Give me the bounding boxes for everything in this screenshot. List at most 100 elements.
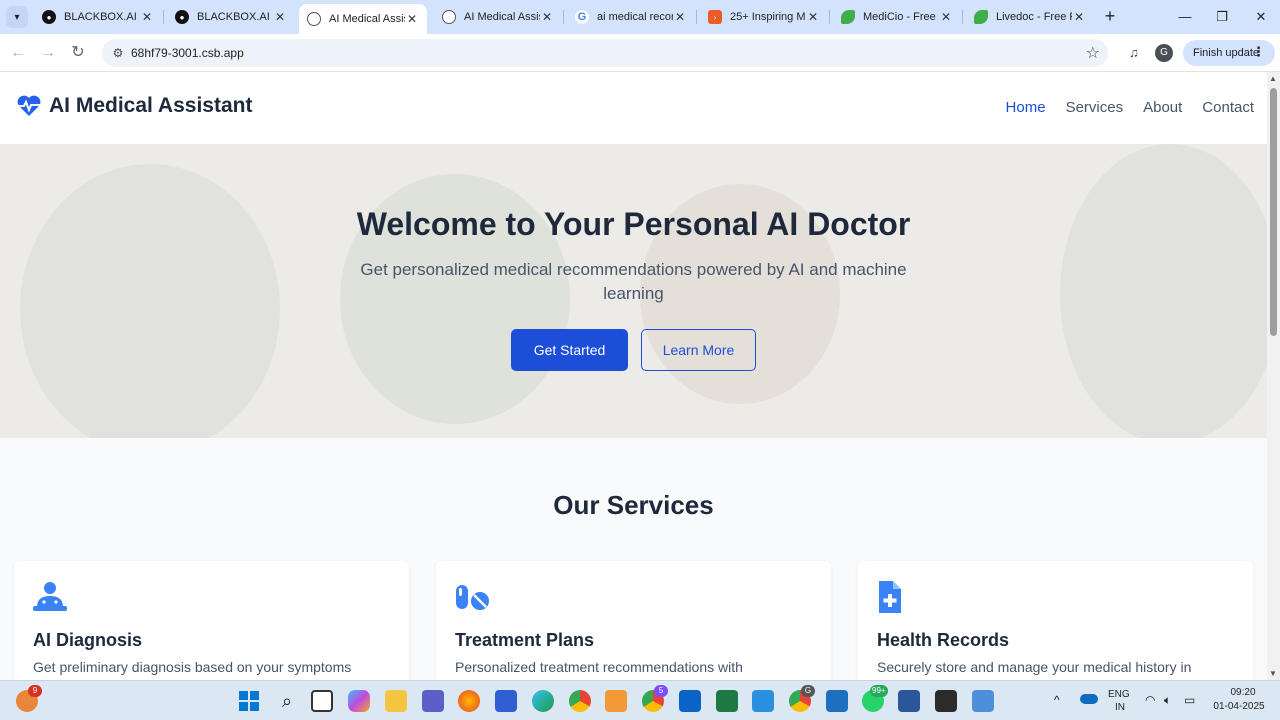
browser-tab-strip: ▾ ● BLACKBOX.AI ✕ ● BLACKBOX.AI ✕ AI Med…: [0, 0, 1280, 34]
service-card-health-records[interactable]: Health Records Securely store and manage…: [858, 561, 1253, 680]
close-icon[interactable]: ✕: [806, 10, 820, 24]
clock-date[interactable]: 01-04-2025: [1208, 701, 1270, 712]
window-close-icon[interactable]: ✕: [1244, 6, 1278, 28]
media-control-icon[interactable]: ♫: [1124, 43, 1144, 63]
scroll-up-arrow-icon[interactable]: ▲: [1269, 74, 1277, 83]
chevron-up-icon[interactable]: ^: [1054, 693, 1060, 707]
close-icon[interactable]: ✕: [540, 10, 554, 24]
tab-search-dropdown-icon[interactable]: ▾: [6, 6, 28, 28]
teams-icon[interactable]: [422, 690, 444, 712]
medical-file-icon: [879, 581, 901, 613]
doctor-user-icon: [33, 582, 67, 611]
scrollbar-thumb[interactable]: [1270, 88, 1277, 336]
nav-home-link[interactable]: Home: [1006, 99, 1046, 116]
browser-tab-1[interactable]: ● BLACKBOX.AI ✕: [34, 4, 162, 30]
pills-icon: [456, 585, 489, 610]
notepad-icon[interactable]: [826, 690, 848, 712]
search-icon[interactable]: ⌕: [276, 690, 298, 712]
globe-icon: [442, 10, 456, 24]
browser-tab-2[interactable]: ● BLACKBOX.AI ✕: [167, 4, 295, 30]
tab-divider: [962, 10, 963, 24]
firefox-icon[interactable]: [458, 690, 480, 712]
new-tab-plus-icon[interactable]: +: [1100, 7, 1120, 27]
minimize-icon[interactable]: —: [1168, 6, 1202, 28]
nav-services-link[interactable]: Services: [1066, 99, 1124, 116]
nav-about-link[interactable]: About: [1143, 99, 1182, 116]
word-icon[interactable]: [898, 690, 920, 712]
page-scrollbar[interactable]: ▲ ▼: [1267, 72, 1280, 680]
scroll-down-arrow-icon[interactable]: ▼: [1269, 669, 1277, 678]
page-viewport: AI Medical Assistant Home Services About…: [0, 72, 1267, 680]
brand-name: AI Medical Assistant: [49, 94, 253, 117]
close-icon[interactable]: ✕: [1072, 10, 1086, 24]
url-text[interactable]: 68hf79-3001.csb.app: [131, 46, 244, 60]
browser-tab-6[interactable]: › 25+ Inspiring M ✕: [700, 4, 828, 30]
region-label[interactable]: IN: [1115, 702, 1125, 713]
blackbox-icon: ●: [175, 10, 189, 24]
tab-title: 25+ Inspiring M: [730, 11, 806, 23]
leaf-icon: [974, 10, 988, 24]
service-title: Health Records: [877, 630, 1010, 650]
wifi-icon[interactable]: ◠: [1145, 693, 1155, 707]
service-title: Treatment Plans: [455, 630, 595, 650]
nav-contact-link[interactable]: Contact: [1202, 99, 1254, 116]
battery-icon[interactable]: ▭: [1184, 693, 1195, 707]
tab-title: BLACKBOX.AI: [197, 11, 270, 23]
browser-tab-8[interactable]: Livedoc - Free R ✕: [966, 4, 1094, 30]
close-icon[interactable]: ✕: [939, 10, 953, 24]
address-bar[interactable]: ⚙ 68hf79-3001.csb.app ☆: [102, 39, 1108, 67]
close-icon[interactable]: ✕: [140, 10, 154, 24]
taskbar-badge: 99+: [870, 685, 888, 697]
service-card-ai-diagnosis[interactable]: AI Diagnosis Get preliminary diagnosis b…: [14, 561, 409, 680]
copilot-icon[interactable]: [348, 690, 370, 712]
close-icon[interactable]: ✕: [673, 10, 687, 24]
clock-time[interactable]: 09:20: [1218, 687, 1268, 698]
bookmark-star-icon[interactable]: ☆: [1086, 43, 1100, 63]
service-description: Securely store and manage your medical h…: [877, 659, 1192, 675]
language-label[interactable]: ENG: [1108, 689, 1130, 700]
vscode-icon[interactable]: [752, 690, 774, 712]
service-card-treatment-plans[interactable]: Treatment Plans Personalized treatment r…: [436, 561, 831, 680]
hero-title: Welcome to Your Personal AI Doctor: [356, 206, 911, 242]
notification-badge: 9: [28, 685, 42, 697]
close-icon[interactable]: ✕: [273, 10, 287, 24]
heartbeat-icon: [17, 95, 41, 116]
outlook-icon[interactable]: [679, 690, 701, 712]
terminal-icon[interactable]: [935, 690, 957, 712]
store-icon[interactable]: [495, 690, 517, 712]
close-icon[interactable]: ✕: [405, 12, 419, 26]
browser-tab-3-active[interactable]: AI Medical Assist ✕: [299, 4, 427, 34]
site-settings-icon[interactable]: ⚙: [110, 45, 126, 61]
maximize-icon[interactable]: ❐: [1205, 6, 1239, 28]
file-explorer-icon[interactable]: [385, 690, 407, 712]
hero-subtitle: Get personalized medical recommendations…: [360, 260, 907, 303]
forward-arrow-icon[interactable]: →: [37, 42, 59, 64]
brand-logo[interactable]: AI Medical Assistant: [16, 94, 252, 118]
google-icon: G: [575, 10, 589, 24]
windows-start-icon[interactable]: [238, 690, 260, 712]
onedrive-icon[interactable]: [1080, 694, 1098, 704]
app-icon[interactable]: [972, 690, 994, 712]
tab-title: MediCio - Free R: [863, 11, 939, 23]
more-menu-icon[interactable]: ⋮: [1252, 44, 1265, 60]
taskbar-badge: 5: [654, 685, 668, 697]
edge-icon[interactable]: [532, 690, 554, 712]
task-view-icon[interactable]: [311, 690, 333, 712]
excel-icon[interactable]: [716, 690, 738, 712]
app-icon[interactable]: [605, 690, 627, 712]
chrome-icon[interactable]: [569, 690, 591, 712]
browser-tab-7[interactable]: MediCio - Free R ✕: [833, 4, 961, 30]
browser-tab-5[interactable]: G ai medical recom ✕: [567, 4, 695, 30]
browser-toolbar: ← → ↻ ⚙ 68hf79-3001.csb.app ☆ ♫ G Finish…: [0, 34, 1280, 72]
back-arrow-icon[interactable]: ←: [7, 42, 29, 64]
browser-tab-4[interactable]: AI Medical Assist ✕: [434, 4, 562, 30]
taskbar-badge: G: [801, 685, 815, 697]
service-description: Get preliminary diagnosis based on your …: [33, 659, 352, 675]
get-started-button[interactable]: Get Started: [511, 329, 628, 371]
tab-divider: [829, 10, 830, 24]
reload-icon[interactable]: ↻: [67, 42, 89, 64]
volume-icon[interactable]: 🔈︎: [1164, 693, 1171, 708]
learn-more-button[interactable]: Learn More: [641, 329, 756, 371]
profile-avatar[interactable]: G: [1155, 44, 1173, 62]
finish-update-button[interactable]: Finish update ⋮: [1183, 40, 1275, 66]
